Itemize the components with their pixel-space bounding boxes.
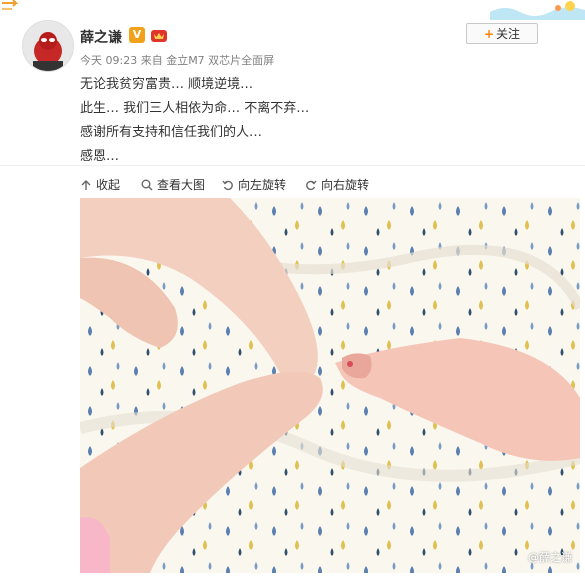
post-photo[interactable]: @薛之谦 <box>80 198 580 573</box>
avatar[interactable] <box>22 20 74 72</box>
photo-watermark: @薛之谦 <box>528 551 572 564</box>
post-text: 无论我贫穷富贵… 顺境逆境… 此生… 我们三人相依为命… 不离不弃… 感谢所有支… <box>80 73 309 169</box>
decoration-banner-icon <box>490 1 585 20</box>
follow-plus-icon: + <box>483 27 495 41</box>
post-line: 感谢所有支持和信任我们的人… <box>80 125 263 140</box>
image-toolbar: 收起 查看大图 向左旋转 向右旋转 <box>0 165 585 199</box>
follow-label: 关注 <box>496 27 521 41</box>
vip-crown-icon <box>151 30 167 42</box>
weibo-post-card: 薛之谦 V 今天 09:23 来自 金立M7 双芯片全面屏 + 关注 无论我贫穷富… <box>0 0 585 581</box>
verified-badge: V <box>129 27 145 43</box>
rotate-right-button[interactable]: 向右旋转 <box>305 176 369 193</box>
post-line: 此生… 我们三人相依为命… 不离不弃… <box>80 101 310 116</box>
rotate-right-icon <box>306 180 317 190</box>
magnifier-icon <box>141 179 153 190</box>
rotate-left-icon <box>222 180 233 190</box>
corner-arrow-icon <box>2 0 19 10</box>
rotate-left-label: 向左旋转 <box>238 178 287 192</box>
rotate-right-label: 向右旋转 <box>321 178 370 192</box>
username[interactable]: 薛之谦 <box>80 27 122 47</box>
collapse-label: 收起 <box>96 178 121 192</box>
photo-hands-image <box>80 198 580 573</box>
rotate-left-button[interactable]: 向左旋转 <box>222 176 286 193</box>
collapse-icon <box>81 179 91 190</box>
avatar-image <box>23 21 73 71</box>
post-meta[interactable]: 今天 09:23 来自 金立M7 双芯片全面屏 <box>80 52 274 68</box>
follow-button[interactable]: + 关注 <box>466 23 538 44</box>
view-large-button[interactable]: 查看大图 <box>141 176 205 193</box>
post-line: 无论我贫穷富贵… 顺境逆境… <box>80 77 254 92</box>
collapse-button[interactable]: 收起 <box>80 176 120 193</box>
view-large-label: 查看大图 <box>157 178 206 192</box>
